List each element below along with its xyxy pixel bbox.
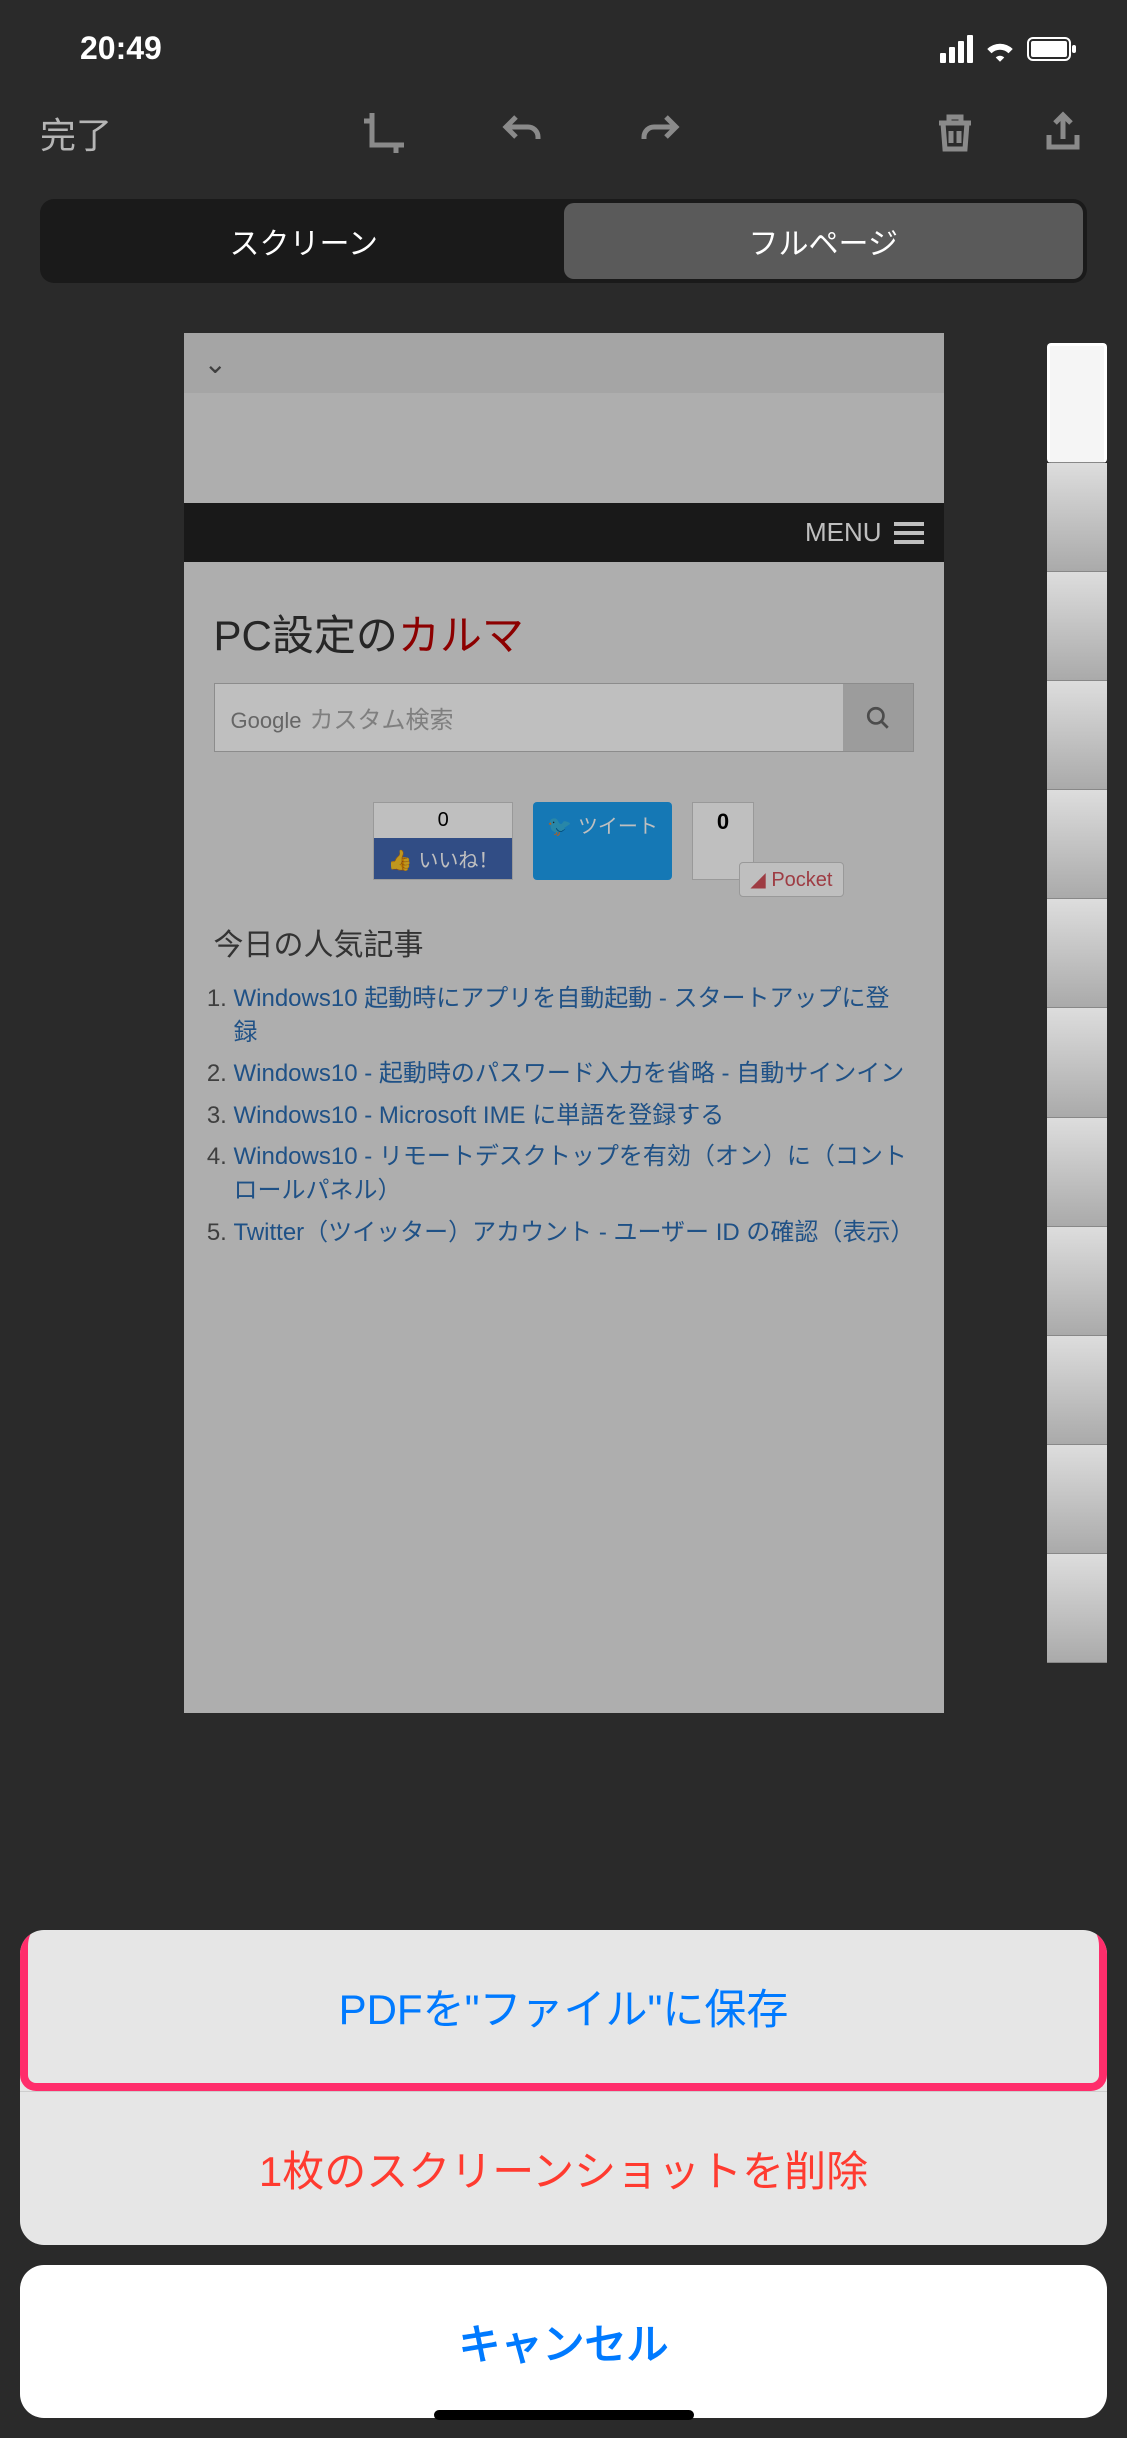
- done-button[interactable]: 完了: [40, 107, 112, 159]
- delete-screenshot-button[interactable]: 1枚のスクリーンショットを削除: [20, 2091, 1107, 2245]
- cellular-icon: [940, 35, 973, 63]
- status-time: 20:49: [80, 30, 162, 67]
- action-sheet: PDFを"ファイル"に保存 1枚のスクリーンショットを削除 キャンセル: [0, 1910, 1127, 2438]
- hamburger-icon: [894, 522, 924, 544]
- segmented-control: スクリーン フルページ: [40, 199, 1087, 283]
- article-list: Windows10 起動時にアプリを自動起動 - スタートアップに登録 Wind…: [184, 982, 944, 1287]
- preview-area: ⌄ MENU PC設定のカルマ Google カスタム検索 0 👍 いいね！ 🐦 …: [0, 303, 1127, 1713]
- site-title: PC設定のカルマ: [184, 562, 944, 683]
- menu-label: MENU: [805, 517, 882, 548]
- status-bar: 20:49: [0, 0, 1127, 77]
- search-box: Google カスタム検索: [214, 683, 914, 752]
- share-icon[interactable]: [1039, 109, 1087, 157]
- battery-icon: [1027, 37, 1077, 61]
- list-item: Windows10 - 起動時のパスワード入力を省略 - 自動サインイン: [234, 1057, 914, 1091]
- status-icons: [940, 35, 1077, 63]
- site-navbar: MENU: [184, 503, 944, 562]
- crop-icon[interactable]: [360, 109, 408, 157]
- page-thumbnail-strip[interactable]: [1047, 343, 1107, 1663]
- home-indicator[interactable]: [434, 2410, 694, 2420]
- google-logo: Google: [231, 708, 302, 733]
- list-item: Windows10 起動時にアプリを自動起動 - スタートアップに登録: [234, 982, 914, 1049]
- tab-screen[interactable]: スクリーン: [44, 203, 564, 279]
- list-item: Windows10 - リモートデスクトップを有効（オン）に（コントロールパネル…: [234, 1140, 914, 1207]
- chevron-down-icon: ⌄: [204, 347, 227, 380]
- redo-icon[interactable]: [636, 109, 684, 157]
- wifi-icon: [983, 36, 1017, 62]
- undo-icon[interactable]: [498, 109, 546, 157]
- list-item: Twitter（ツイッター）アカウント - ユーザー ID の確認（表示）: [234, 1216, 914, 1250]
- page-preview: ⌄ MENU PC設定のカルマ Google カスタム検索 0 👍 いいね！ 🐦 …: [184, 333, 944, 1713]
- search-button: [843, 684, 913, 751]
- list-item: Windows10 - Microsoft IME に単語を登録する: [234, 1099, 914, 1133]
- section-heading: 今日の人気記事: [184, 900, 944, 974]
- pocket-button: ◢ Pocket: [739, 862, 843, 897]
- tab-fullpage[interactable]: フルページ: [564, 203, 1084, 279]
- trash-icon[interactable]: [931, 109, 979, 157]
- edit-toolbar: 完了: [0, 77, 1127, 179]
- social-buttons: 0 👍 いいね！ 🐦 ツイート 0 ◢ Pocket: [184, 792, 944, 900]
- like-count: 0: [374, 803, 512, 838]
- like-button: 👍 いいね！: [374, 838, 512, 879]
- save-pdf-button[interactable]: PDFを"ファイル"に保存: [20, 1930, 1107, 2091]
- tweet-button: 🐦 ツイート: [533, 802, 671, 880]
- cancel-button[interactable]: キャンセル: [20, 2265, 1107, 2418]
- search-placeholder: カスタム検索: [309, 707, 453, 734]
